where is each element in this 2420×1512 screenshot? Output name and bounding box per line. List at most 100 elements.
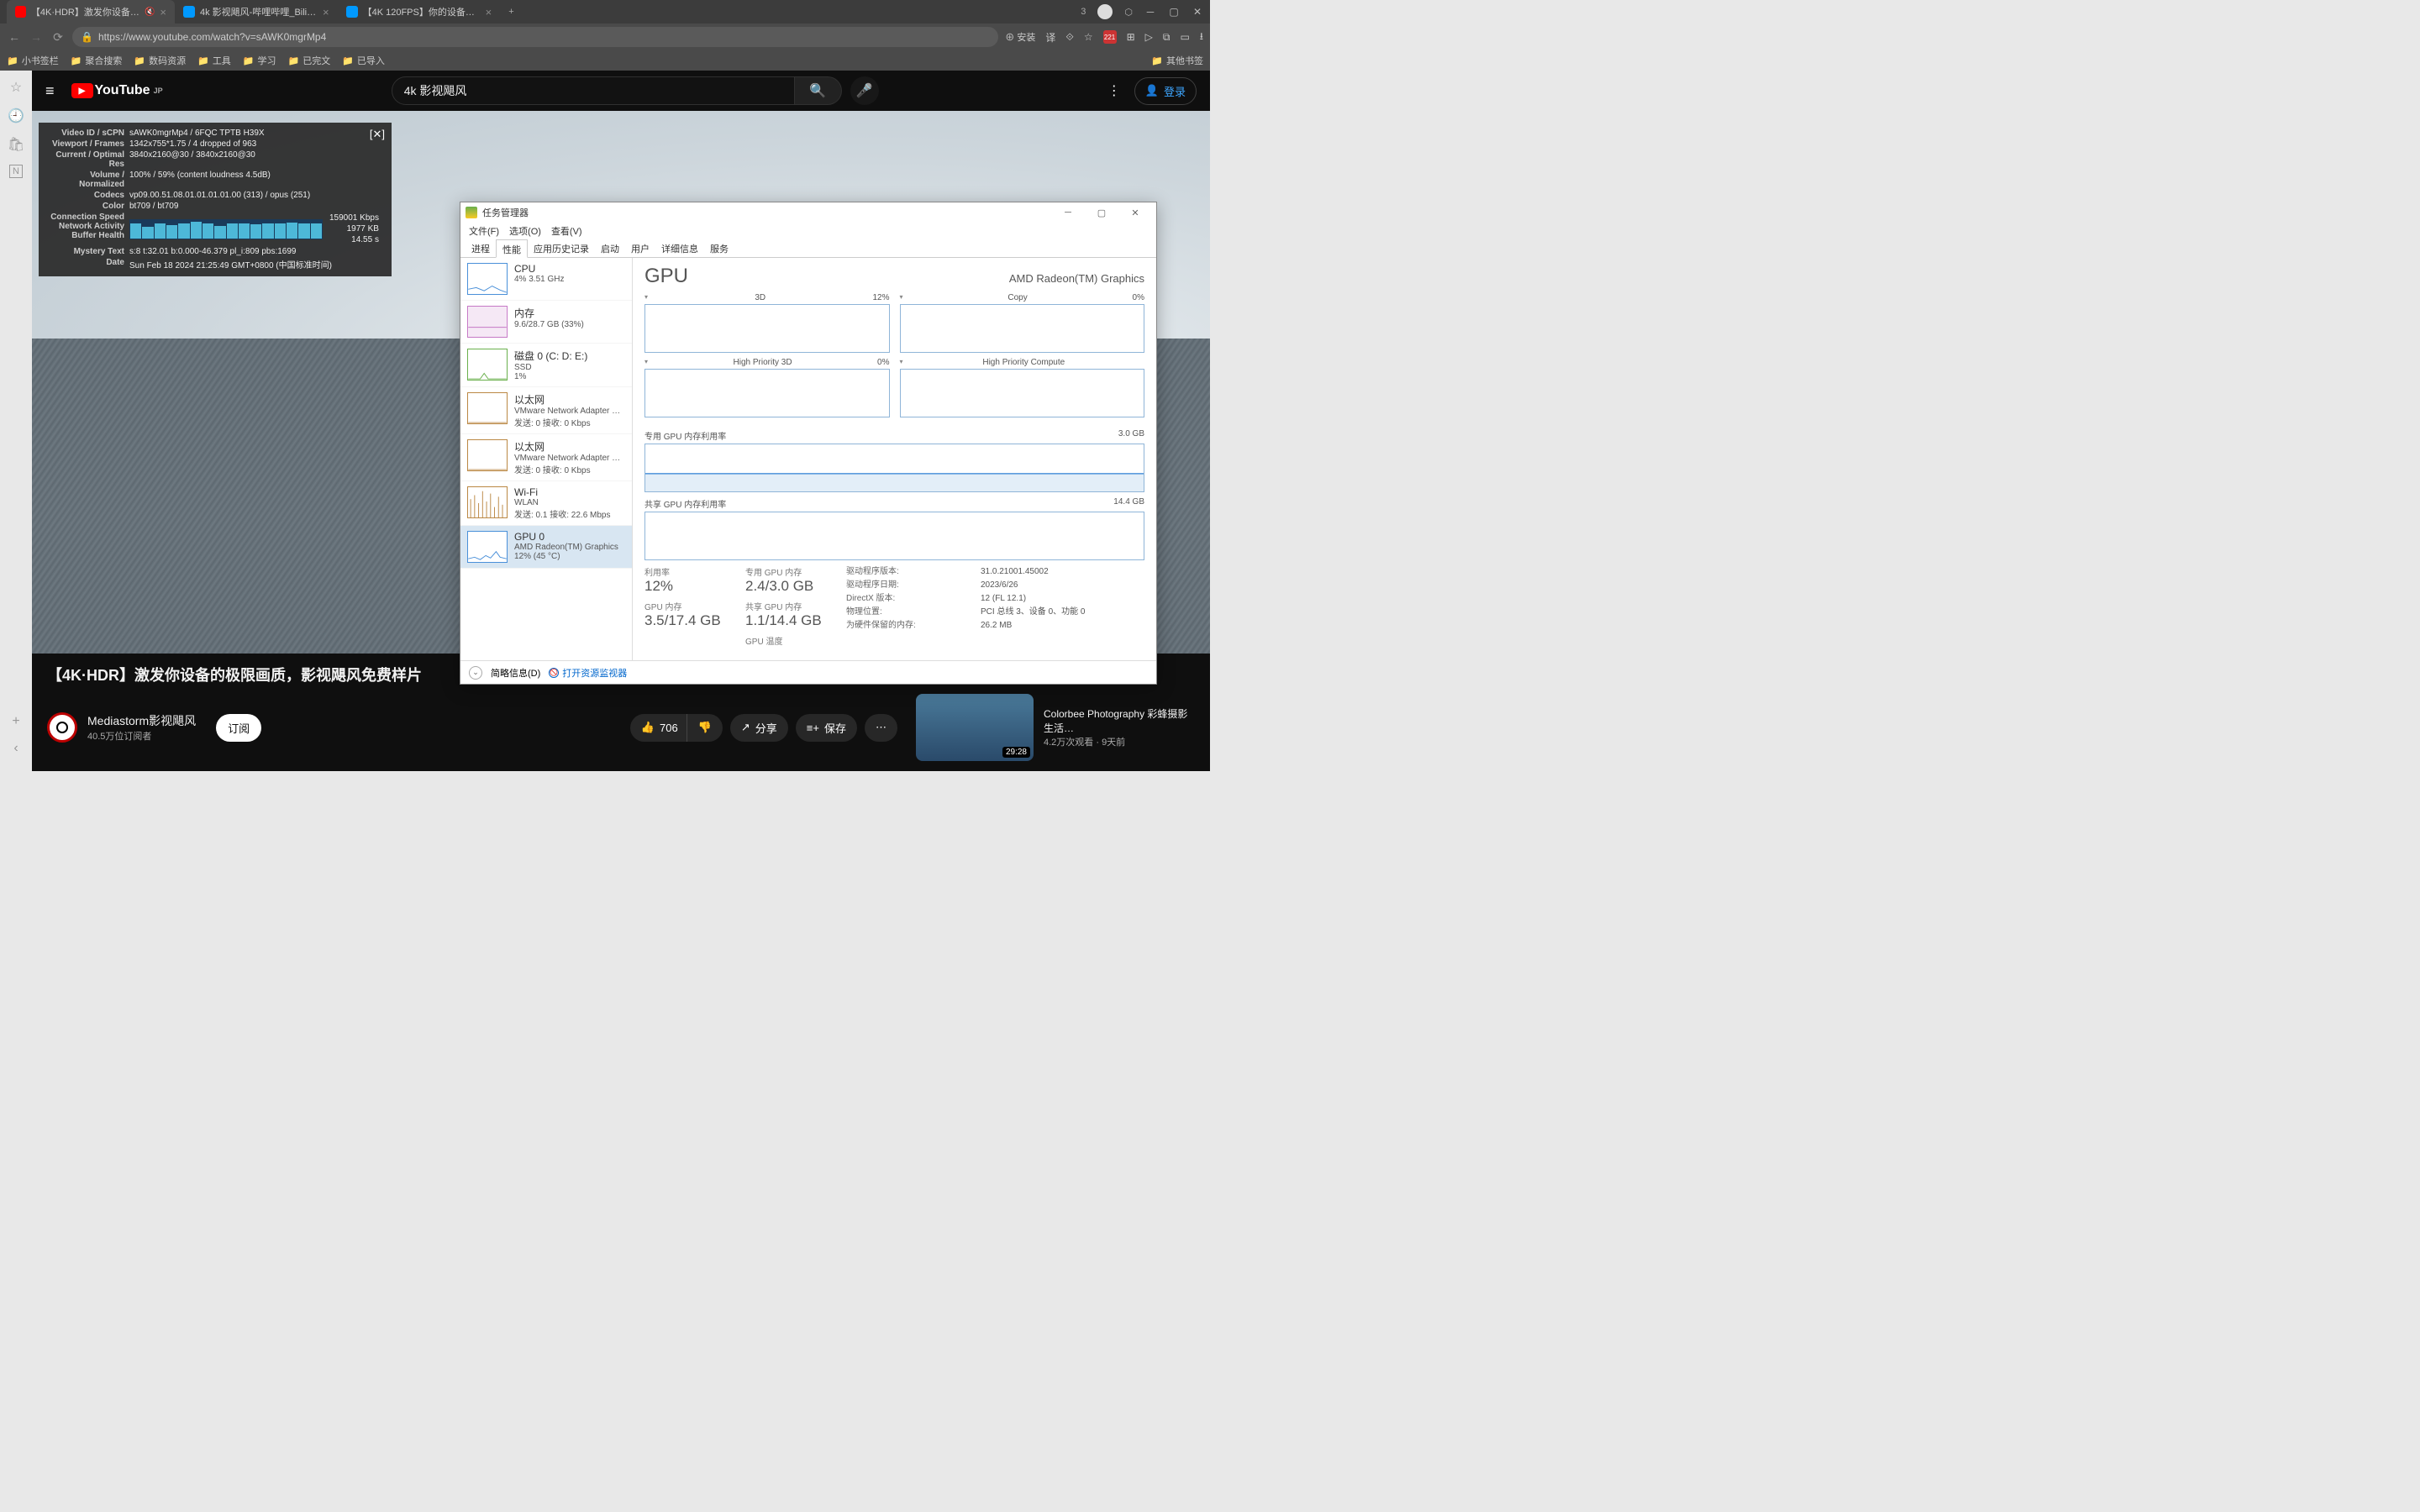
- perf-sidebar-item[interactable]: 磁盘 0 (C: D: E:) SSD 1%: [460, 344, 632, 387]
- tab-services[interactable]: 服务: [704, 239, 734, 257]
- item-value: WLAN: [514, 498, 625, 507]
- bookmark-folder[interactable]: 📁已导入: [342, 54, 385, 67]
- bookmark-folder[interactable]: 📁小书签栏: [7, 54, 59, 67]
- like-button[interactable]: 👍706: [630, 714, 687, 742]
- profile-icon[interactable]: [1097, 4, 1113, 19]
- hw-reserved-memory: 26.2 MB: [981, 619, 1115, 633]
- perf-sidebar-item[interactable]: 内存 9.6/28.7 GB (33%): [460, 301, 632, 344]
- add-icon[interactable]: +: [12, 714, 19, 729]
- notes-icon[interactable]: N: [9, 165, 23, 178]
- perf-sidebar-item[interactable]: CPU 4% 3.51 GHz: [460, 258, 632, 301]
- related-video-thumb[interactable]: 29:28: [916, 694, 1034, 761]
- gpu-graph-3d[interactable]: [644, 304, 890, 353]
- gpu-graph-high-priority-compute[interactable]: [900, 369, 1145, 417]
- folder-icon: 📁: [243, 55, 255, 66]
- close-icon[interactable]: ×: [323, 6, 329, 18]
- bookmark-folder[interactable]: 📁工具: [197, 54, 231, 67]
- gpu-graph-copy[interactable]: [900, 304, 1145, 353]
- login-button[interactable]: 👤 登录: [1134, 77, 1197, 105]
- close-button[interactable]: ✕: [1192, 6, 1203, 18]
- browser-tab-1[interactable]: 4k 影视飓风-哔哩哔哩_Bilibili ×: [175, 0, 338, 24]
- tab-apphistory[interactable]: 应用历史记录: [528, 239, 595, 257]
- more-button[interactable]: ⋯: [865, 714, 897, 742]
- bookmarks-bar: 📁小书签栏 📁聚合搜索 📁数码资源 📁工具 📁学习 📁已完文 📁已导入 📁其他书…: [0, 50, 1210, 71]
- brief-info-button[interactable]: 简略信息(D): [491, 666, 540, 680]
- tab-performance[interactable]: 性能: [496, 239, 528, 258]
- menu-options[interactable]: 选项(O): [506, 223, 544, 239]
- channel-avatar[interactable]: [47, 712, 77, 743]
- subscribe-button[interactable]: 订阅: [216, 714, 261, 742]
- browser-tab-0[interactable]: 【4K·HDR】激发你设备的… 🔇 ×: [7, 0, 175, 24]
- window-titlebar[interactable]: 任务管理器 ─ ▢ ✕: [460, 202, 1156, 223]
- save-icon: ≡+: [807, 722, 819, 734]
- related-video-title[interactable]: Colorbee Photography 彩蜂摄影生活…: [1044, 706, 1195, 735]
- shield-icon[interactable]: ⬡: [1124, 7, 1133, 18]
- channel-name[interactable]: Mediastorm影视飓风: [87, 712, 196, 729]
- gpu-graph-high-priority-3d[interactable]: [644, 369, 890, 417]
- share-button[interactable]: ↗分享: [730, 714, 788, 742]
- maximize-button[interactable]: ▢: [1168, 6, 1180, 18]
- new-tab-button[interactable]: +: [500, 0, 522, 24]
- sidebar-icon[interactable]: ▭: [1180, 31, 1189, 43]
- back-button[interactable]: ←: [7, 30, 22, 44]
- translate-icon[interactable]: 译: [1045, 30, 1055, 45]
- bookmark-folder[interactable]: 📁学习: [243, 54, 276, 67]
- apps-icon[interactable]: ⊞: [1127, 31, 1135, 43]
- search-button[interactable]: 🔍: [795, 76, 842, 105]
- folder-icon: 📁: [197, 55, 209, 66]
- forward-button[interactable]: →: [29, 30, 44, 44]
- dedicated-mem-graph[interactable]: [644, 444, 1144, 492]
- history-icon[interactable]: 🕘: [8, 108, 24, 124]
- bookmark-folder[interactable]: 📁已完文: [288, 54, 331, 67]
- minimize-button[interactable]: ─: [1144, 6, 1156, 18]
- mute-icon[interactable]: 🔇: [145, 8, 155, 17]
- tab-details[interactable]: 详细信息: [655, 239, 704, 257]
- downloads-icon[interactable]: 🛍: [8, 136, 24, 153]
- browser-tab-2[interactable]: 【4K 120FPS】你的设备预… ×: [338, 0, 501, 24]
- reader-icon[interactable]: ⟐: [1065, 31, 1073, 44]
- url-input[interactable]: 🔒 https://www.youtube.com/watch?v=sAWK0m…: [72, 27, 998, 47]
- youtube-logo[interactable]: ▶ YouTube JP: [71, 83, 163, 98]
- bookmark-folder[interactable]: 📁数码资源: [134, 54, 186, 67]
- play-icon[interactable]: ▷: [1145, 31, 1153, 43]
- mic-icon: 🎤: [856, 82, 873, 99]
- voice-search-button[interactable]: 🎤: [850, 76, 879, 105]
- collapse-icon[interactable]: ‹: [13, 741, 18, 756]
- crop-icon[interactable]: ⧉: [1163, 31, 1171, 44]
- url-text: https://www.youtube.com/watch?v=sAWK0mgr…: [98, 31, 326, 43]
- reload-button[interactable]: ⟳: [50, 30, 66, 45]
- close-icon[interactable]: ×: [486, 6, 492, 18]
- search-input[interactable]: 4k 影视飓风: [392, 76, 795, 105]
- perf-sidebar-item[interactable]: 以太网 VMware Network Adapter … 发送: 0 接收: 0…: [460, 387, 632, 434]
- more-icon[interactable]: ⋮: [1107, 82, 1121, 99]
- tab-users[interactable]: 用户: [625, 239, 655, 257]
- tab-startup[interactable]: 启动: [595, 239, 625, 257]
- adblock-icon[interactable]: 221: [1103, 30, 1117, 44]
- dislike-button[interactable]: 👎: [687, 714, 723, 742]
- other-bookmarks[interactable]: 📁其他书签: [1151, 54, 1203, 67]
- minimize-button[interactable]: ─: [1052, 203, 1084, 222]
- close-icon[interactable]: ×: [160, 6, 166, 18]
- bookmark-folder[interactable]: 📁聚合搜索: [71, 54, 123, 67]
- menu-icon[interactable]: ≡: [45, 82, 55, 100]
- tab-count[interactable]: 3: [1081, 7, 1086, 17]
- tab-processes[interactable]: 进程: [466, 239, 496, 257]
- shared-mem-graph[interactable]: [644, 512, 1144, 560]
- install-button[interactable]: ⊕ 安装: [1005, 30, 1035, 44]
- close-button[interactable]: ✕: [1119, 203, 1151, 222]
- save-button[interactable]: ≡+保存: [796, 714, 857, 742]
- download-icon[interactable]: ⭳: [1200, 29, 1203, 46]
- perf-sidebar-item[interactable]: 以太网 VMware Network Adapter … 发送: 0 接收: 0…: [460, 434, 632, 481]
- open-resource-monitor-link[interactable]: 🚫 打开资源监视器: [549, 666, 627, 680]
- collapse-icon[interactable]: ⌄: [469, 666, 482, 680]
- perf-sidebar-item[interactable]: Wi-Fi WLAN 发送: 0.1 接收: 22.6 Mbps: [460, 481, 632, 526]
- perf-sidebar-item[interactable]: GPU 0 AMD Radeon(TM) Graphics 12% (45 °C…: [460, 526, 632, 569]
- menu-view[interactable]: 查看(V): [548, 223, 586, 239]
- favorites-icon[interactable]: ☆: [10, 79, 22, 96]
- gpu-memory: 3.5/17.4 GB: [644, 612, 737, 629]
- item-name: GPU 0: [514, 531, 625, 543]
- close-stats-button[interactable]: [✕]: [370, 128, 385, 141]
- bookmark-icon[interactable]: ☆: [1084, 31, 1093, 43]
- menu-file[interactable]: 文件(F): [466, 223, 502, 239]
- maximize-button[interactable]: ▢: [1086, 203, 1118, 222]
